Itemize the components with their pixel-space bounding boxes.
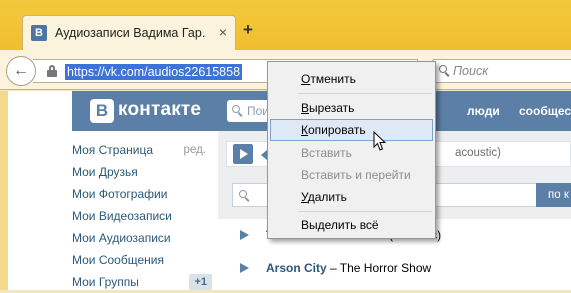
- menu-item-undo[interactable]: Отменить: [270, 68, 433, 90]
- track-artist[interactable]: Arson City: [266, 258, 327, 278]
- menu-item-accel: У: [301, 190, 308, 204]
- groups-count-badge: +1: [189, 274, 212, 290]
- sidebar-item-label: Мои Видеозаписи: [72, 209, 172, 223]
- close-tab-icon[interactable]: ×: [219, 24, 227, 40]
- track-title[interactable]: – The Horror Show: [330, 258, 431, 278]
- sidebar-item-friends[interactable]: Мои Друзья: [72, 161, 212, 183]
- nav-people-link[interactable]: люди: [467, 104, 500, 118]
- menu-item-accel: В: [301, 101, 310, 115]
- search-icon: [239, 190, 250, 202]
- sidebar-item-audios[interactable]: Мои Аудиозаписи: [72, 227, 212, 249]
- vk-favicon-icon: В: [31, 25, 47, 41]
- browser-tab[interactable]: В Аудиозаписи Вадима Гар... ×: [22, 15, 236, 51]
- sidebar-item-videos[interactable]: Мои Видеозаписи: [72, 205, 212, 227]
- menu-separator: [298, 93, 432, 94]
- now-playing-text: acoustic): [455, 147, 502, 159]
- sidebar-item-label: Мои Сообщения: [72, 253, 164, 267]
- menu-item-label: Вставить и перейти: [301, 168, 411, 182]
- track-play-icon[interactable]: [240, 263, 249, 273]
- url-text-selected[interactable]: https://vk.com/audios22615858: [65, 64, 243, 80]
- menu-item-accel: К: [301, 123, 308, 137]
- menu-item-label: далить: [307, 190, 347, 204]
- menu-item-copy[interactable]: Копировать: [270, 119, 433, 141]
- menu-item-accel: О: [301, 72, 311, 86]
- browser-titlebar: В Аудиозаписи Вадима Гар... × +: [0, 0, 571, 51]
- mouse-cursor-icon: [373, 131, 387, 151]
- menu-item-label: ырезать: [309, 101, 355, 115]
- menu-item-label: опировать: [308, 123, 366, 137]
- nav-communities-link[interactable]: сообщест: [519, 104, 571, 118]
- sidebar-item-messages[interactable]: Мои Сообщения: [72, 249, 212, 271]
- menu-item-delete[interactable]: Удалить: [270, 186, 433, 208]
- menu-item-select-all[interactable]: Выделить всё: [270, 214, 433, 236]
- search-placeholder: Поиск: [453, 64, 489, 78]
- play-button[interactable]: [233, 144, 253, 164]
- sidebar-item-label: Мои Аудиозаписи: [72, 231, 171, 245]
- search-icon: [439, 65, 450, 77]
- menu-item-paste[interactable]: Вставить: [270, 142, 433, 164]
- vk-logo-text[interactable]: контакте: [118, 99, 201, 121]
- play-icon: [240, 149, 248, 159]
- track-play-icon[interactable]: [240, 230, 249, 240]
- audio-search-button[interactable]: по к: [536, 183, 571, 207]
- vk-logo-icon[interactable]: В: [90, 99, 114, 123]
- browser-search-input[interactable]: Поиск: [432, 59, 571, 83]
- menu-item-label: Выделить всё: [301, 218, 379, 232]
- menu-separator: [298, 211, 432, 212]
- back-arrow-icon: ←: [13, 62, 29, 79]
- context-menu: Отменить Вырезать Копировать Вставить Вс…: [267, 61, 436, 239]
- sidebar-item-label: Моя Страница: [72, 143, 154, 157]
- new-tab-button[interactable]: +: [243, 20, 253, 40]
- menu-item-cut[interactable]: Вырезать: [270, 97, 433, 119]
- menu-item-paste-and-go[interactable]: Вставить и перейти: [270, 164, 433, 186]
- back-button[interactable]: ←: [6, 56, 36, 86]
- sidebar-item-photos[interactable]: Мои Фотографии: [72, 183, 212, 205]
- sidebar-item-my-page[interactable]: Моя Страница ред.: [72, 139, 212, 161]
- sidebar-item-label: Мои Друзья: [72, 165, 138, 179]
- menu-item-label: тменить: [310, 72, 356, 86]
- edit-link[interactable]: ред.: [184, 139, 206, 161]
- vk-sidebar: Моя Страница ред. Мои Друзья Мои Фотогра…: [72, 139, 212, 293]
- list-item[interactable]: Arson City – The Horror Show: [240, 258, 560, 278]
- sidebar-item-label: Мои Группы: [72, 275, 139, 289]
- sidebar-item-label: Мои Фотографии: [72, 187, 168, 201]
- tab-title: Аудиозаписи Вадима Гар...: [55, 26, 205, 40]
- lock-icon[interactable]: [47, 65, 57, 77]
- menu-item-label: Вставить: [301, 146, 352, 160]
- search-icon: [232, 105, 243, 117]
